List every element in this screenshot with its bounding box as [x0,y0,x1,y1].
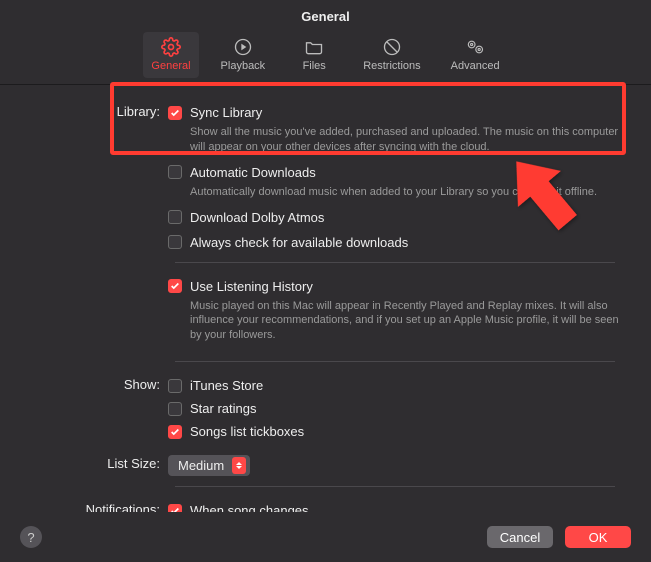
always-check-label: Always check for available downloads [190,235,408,250]
automatic-downloads-description: Automatically download music when added … [168,182,623,208]
show-section-label: Show: [0,376,168,392]
dolby-atmos-checkbox[interactable] [168,210,182,224]
toolbar: General Playback Files Restrictions Adva… [0,30,651,78]
sync-library-checkbox[interactable] [168,106,182,120]
songs-tickboxes-label: Songs list tickboxes [190,424,304,439]
listening-history-label: Use Listening History [190,279,313,294]
list-size-value: Medium [178,458,224,473]
dolby-atmos-label: Download Dolby Atmos [190,210,324,225]
star-ratings-label: Star ratings [190,401,256,416]
library-section-label: Library: [0,103,168,119]
tab-general[interactable]: General [143,32,198,78]
sync-library-description: Show all the music you've added, purchas… [168,122,623,163]
play-icon [232,36,254,58]
help-button[interactable]: ? [20,526,42,548]
section-divider [175,486,615,487]
tab-label: Files [303,60,326,72]
ok-button[interactable]: OK [565,526,631,548]
automatic-downloads-checkbox[interactable] [168,165,182,179]
automatic-downloads-label: Automatic Downloads [190,165,316,180]
always-check-checkbox[interactable] [168,235,182,249]
folder-icon [303,36,325,58]
songs-tickboxes-checkbox[interactable] [168,425,182,439]
list-size-select[interactable]: Medium [168,455,250,476]
footer: ? Cancel OK [0,512,651,562]
star-ratings-checkbox[interactable] [168,402,182,416]
itunes-store-checkbox[interactable] [168,379,182,393]
sync-library-label: Sync Library [190,105,262,120]
stepper-icon [232,457,246,474]
gears-icon [464,36,486,58]
itunes-store-label: iTunes Store [190,378,263,393]
tab-label: Restrictions [363,60,420,72]
tab-label: Playback [221,60,266,72]
window-title: General [0,0,651,30]
tab-files[interactable]: Files [287,32,341,78]
tab-label: General [151,60,190,72]
tab-playback[interactable]: Playback [213,32,274,78]
listening-history-checkbox[interactable] [168,279,182,293]
gear-icon [160,36,182,58]
section-divider [175,361,615,362]
list-size-section-label: List Size: [0,455,168,471]
listening-history-description: Music played on this Mac will appear in … [168,296,623,352]
section-divider [175,262,615,263]
tab-advanced[interactable]: Advanced [443,32,508,78]
no-entry-icon [381,36,403,58]
tab-label: Advanced [451,60,500,72]
tab-restrictions[interactable]: Restrictions [355,32,428,78]
cancel-button[interactable]: Cancel [487,526,553,548]
